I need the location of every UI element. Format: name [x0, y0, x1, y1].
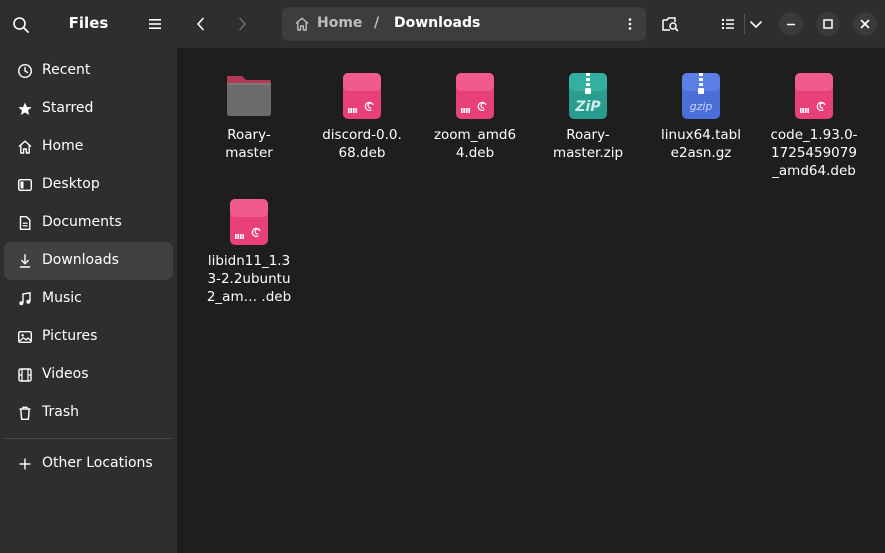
bottom-edge — [177, 549, 885, 553]
sidebar-item-home[interactable]: Home — [4, 128, 173, 166]
file-name-line: libidn11_1.3 — [207, 253, 291, 269]
desktop-icon — [18, 179, 33, 192]
sidebar-item-label: Trash — [42, 404, 79, 420]
file-item-deb[interactable]: zoom_amd6 4.deb — [420, 72, 530, 162]
file-name-line: Roary- — [227, 127, 271, 143]
sidebar-item-label: Starred — [42, 100, 94, 116]
sidebar-item-other-locations[interactable]: Other Locations — [4, 445, 173, 483]
forward-chevron-icon[interactable] — [230, 12, 254, 36]
sidebar-header: Files — [0, 0, 177, 47]
sidebar-places-list: Recent Starred Home Desktop Documents Do… — [4, 52, 173, 432]
close-icon[interactable] — [853, 12, 877, 36]
file-name: discord-0.0. 68.deb — [307, 126, 417, 162]
file-item-deb[interactable]: discord-0.0. 68.deb — [307, 72, 417, 162]
file-name-line: master.zip — [552, 145, 624, 161]
file-name: libidn11_1.3 3-2.2ubuntu 2_am… .deb — [194, 252, 304, 306]
plus-icon — [19, 458, 31, 470]
file-item-folder[interactable]: Roary- master — [194, 72, 304, 162]
sidebar-divider — [4, 438, 172, 439]
file-manager-window: Files Recent Starred Home Desktop Docume… — [0, 0, 885, 553]
sidebar-item-label: Music — [42, 290, 82, 306]
zip-archive-icon: ZiP — [569, 73, 607, 119]
file-name: zoom_amd6 4.deb — [420, 126, 530, 162]
chevron-down-icon[interactable] — [744, 12, 768, 36]
file-name-line: 1725459079 — [771, 145, 857, 161]
trash-icon — [19, 406, 31, 420]
sidebar: Files Recent Starred Home Desktop Docume… — [0, 0, 177, 553]
sidebar-item-pictures[interactable]: Pictures — [4, 318, 173, 356]
path-separator: / — [374, 15, 380, 31]
file-name-line: discord-0.0. — [322, 127, 402, 143]
file-name-line: 3-2.2ubuntu — [207, 271, 291, 287]
sidebar-item-recent[interactable]: Recent — [4, 52, 173, 90]
header-bar: Home / Downloads — [177, 0, 885, 48]
zip-badge-text: ZiP — [574, 99, 601, 115]
file-name-line: master — [225, 145, 273, 161]
sidebar-item-label: Desktop — [42, 176, 100, 192]
file-item-deb[interactable]: code_1.93.0- 1725459079 _amd64.deb — [759, 72, 869, 180]
sidebar-item-label: Other Locations — [42, 455, 153, 471]
sidebar-item-label: Documents — [42, 214, 122, 230]
file-item-deb[interactable]: libidn11_1.3 3-2.2ubuntu 2_am… .deb — [194, 198, 304, 306]
file-grid: Roary- master discord-0.0. 68.deb zoom_a… — [177, 48, 885, 553]
file-name: linux64.tabl e2asn.gz — [646, 126, 756, 162]
gzip-badge-text: gzip — [690, 100, 713, 113]
folder-icon — [227, 76, 271, 116]
path-segment-home[interactable]: Home — [317, 15, 362, 31]
kebab-menu-icon[interactable] — [622, 16, 638, 32]
video-icon — [18, 368, 32, 382]
sidebar-item-trash[interactable]: Trash — [4, 394, 173, 432]
picture-icon — [18, 331, 33, 344]
deb-package-icon — [456, 73, 494, 119]
path-bar: Home / Downloads — [282, 7, 646, 41]
file-name-line: 68.deb — [338, 145, 386, 161]
file-item-zip[interactable]: ZiP Roary- master.zip — [533, 72, 643, 162]
file-name-line: linux64.tabl — [661, 127, 741, 143]
clock-icon — [17, 63, 33, 79]
sidebar-item-label: Home — [42, 138, 84, 154]
file-name-line: e2asn.gz — [670, 145, 732, 161]
back-chevron-icon[interactable] — [189, 12, 213, 36]
sidebar-item-documents[interactable]: Documents — [4, 204, 173, 242]
file-name-line: _amd64.deb — [772, 163, 856, 179]
file-name-line: 4.deb — [455, 145, 495, 161]
sidebar-item-label: Videos — [42, 366, 89, 382]
file-name: Roary- master.zip — [533, 126, 643, 162]
sidebar-item-starred[interactable]: Starred — [4, 90, 173, 128]
file-name-line: 2_am… .deb — [206, 289, 292, 305]
list-view-icon[interactable] — [716, 12, 740, 36]
sidebar-item-downloads[interactable]: Downloads — [4, 242, 173, 280]
gzip-archive-icon: gzip — [682, 73, 720, 119]
home-icon — [295, 17, 309, 31]
sidebar-item-label: Downloads — [42, 252, 119, 268]
sidebar-item-videos[interactable]: Videos — [4, 356, 173, 394]
deb-package-icon — [343, 73, 381, 119]
file-name-line: Roary- — [566, 127, 610, 143]
sidebar-item-music[interactable]: Music — [4, 280, 173, 318]
file-name-line: zoom_amd6 — [433, 127, 517, 143]
sidebar-item-label: Pictures — [42, 328, 98, 344]
file-name: code_1.93.0- 1725459079 _amd64.deb — [759, 126, 869, 180]
sidebar-other-section: Other Locations — [4, 445, 173, 483]
document-icon — [19, 216, 31, 230]
minimize-icon[interactable] — [779, 12, 803, 36]
home-icon — [18, 140, 32, 154]
file-name-line: code_1.93.0- — [770, 127, 858, 143]
file-name: Roary- master — [194, 126, 304, 162]
star-icon — [18, 102, 32, 115]
maximize-icon[interactable] — [816, 12, 840, 36]
deb-package-icon — [230, 199, 268, 245]
path-segment-current[interactable]: Downloads — [394, 15, 480, 31]
sidebar-item-label: Recent — [42, 62, 91, 78]
music-icon — [19, 291, 31, 306]
search-folder-icon[interactable] — [658, 12, 682, 36]
download-icon — [19, 254, 31, 268]
hamburger-menu-icon[interactable] — [147, 16, 163, 32]
sidebar-item-desktop[interactable]: Desktop — [4, 166, 173, 204]
file-item-gzip[interactable]: gzip linux64.tabl e2asn.gz — [646, 72, 756, 162]
deb-package-icon — [795, 73, 833, 119]
